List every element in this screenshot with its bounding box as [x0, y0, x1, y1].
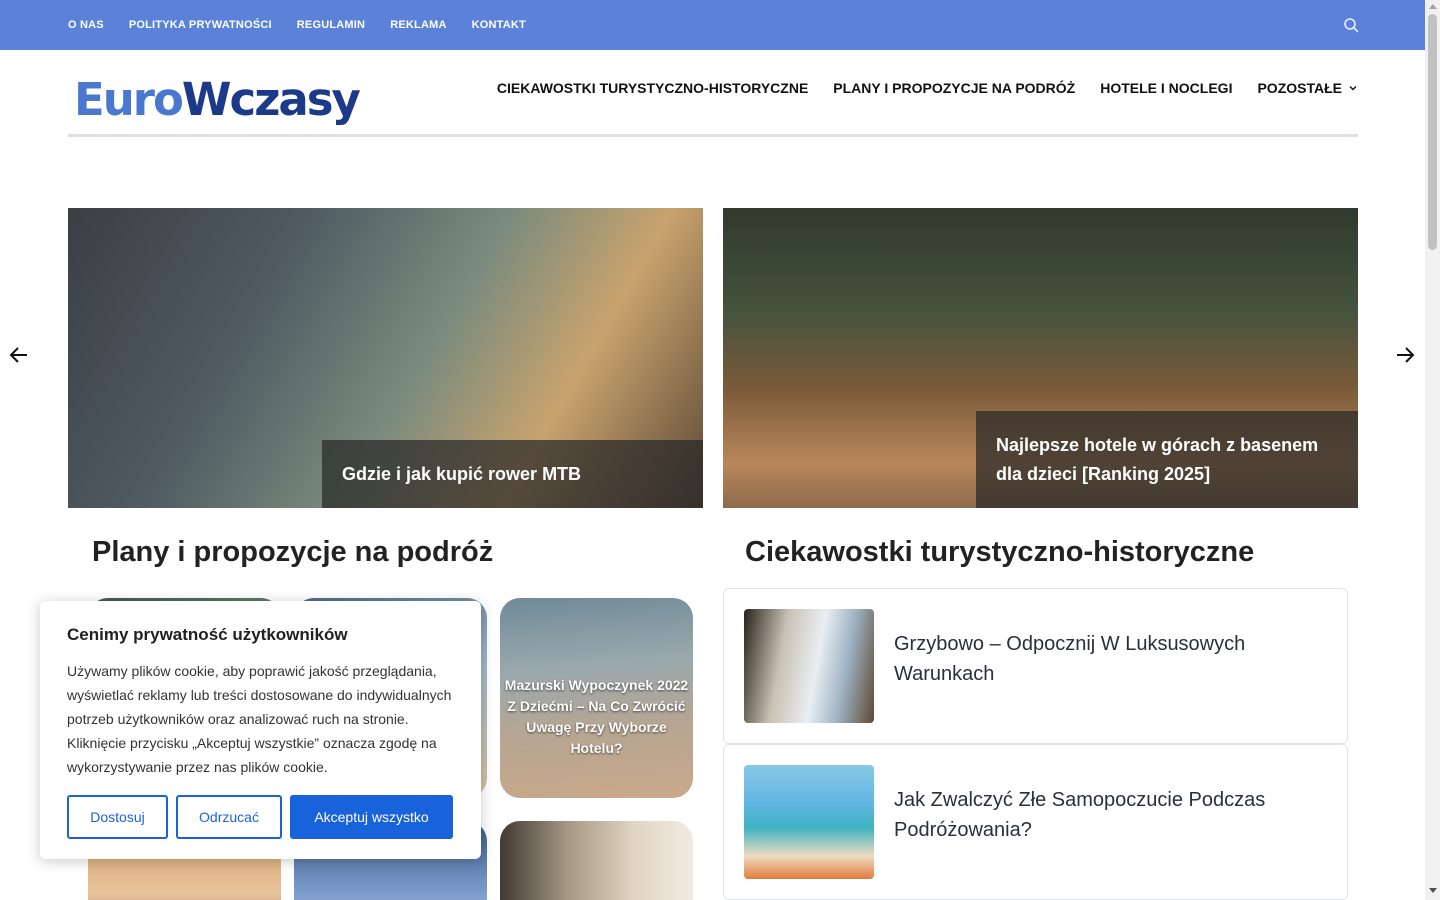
list-item-thumbnail [744, 765, 874, 879]
plan-card-title [500, 821, 693, 900]
plan-card[interactable] [500, 821, 693, 900]
cookie-text: Używamy plików cookie, aby poprawić jako… [67, 663, 452, 775]
chevron-down-icon [1349, 86, 1357, 91]
plan-card[interactable]: Mazurski Wypoczynek 2022 Z Dziećmi – Na … [500, 598, 693, 798]
slide-caption: Najlepsze hotele w górach z basenem dla … [976, 411, 1358, 508]
list-item[interactable]: Jak Zwalczyć Złe Samopoczucie Podczas Po… [723, 744, 1348, 900]
section-title-curiosities: Ciekawostki turystyczno-historyczne [745, 536, 1255, 568]
arrow-right-icon[interactable] [1394, 344, 1416, 366]
nav-item-pozostale-label[interactable]: POZOSTAŁE [1257, 80, 1342, 96]
logo-part-wczasy: Wczasy [181, 73, 361, 126]
reject-button[interactable]: Odrzucać [176, 795, 282, 839]
list-item[interactable]: Grzybowo – Odpocznij W Luksusowych Warun… [723, 588, 1348, 744]
accept-all-button[interactable]: Akceptuj wszystko [290, 795, 453, 839]
logo-part-euro: Euro [74, 73, 184, 126]
section-title-plans: Plany i propozycje na podróż [92, 536, 494, 568]
cookie-consent-dialog: Cenimy prywatność użytkowników Używamy p… [40, 601, 481, 859]
nav-item-plany[interactable]: PLANY I PROPOZYCJE NA PODRÓŻ [833, 80, 1075, 96]
nav-item-ciekawostki[interactable]: CIEKAWOSTKI TURYSTYCZNO-HISTORYCZNE [497, 80, 808, 96]
slide-hotels-mountains[interactable]: Najlepsze hotele w górach z basenem dla … [723, 208, 1358, 508]
slide-mtb[interactable]: Gdzie i jak kupić rower MTB [68, 208, 703, 508]
list-item-title: Jak Zwalczyć Złe Samopoczucie Podczas Po… [894, 789, 1266, 841]
search-icon[interactable] [1343, 17, 1359, 33]
list-item-thumbnail [744, 609, 874, 723]
top-link-kontakt[interactable]: KONTAKT [472, 19, 526, 31]
top-link-o-nas[interactable]: O NAS [68, 19, 104, 31]
scrollbar[interactable] [1425, 0, 1440, 900]
scroll-up-icon[interactable] [1429, 4, 1437, 9]
site-logo[interactable]: EuroWczasy [74, 72, 361, 128]
header-divider [68, 134, 1358, 137]
list-item-title: Grzybowo – Odpocznij W Luksusowych Warun… [894, 633, 1246, 685]
top-bar: O NAS POLITYKA PRYWATNOŚCI REGULAMIN REK… [0, 0, 1425, 50]
arrow-left-icon[interactable] [8, 344, 30, 366]
top-link-regulamin[interactable]: REGULAMIN [297, 19, 365, 31]
scroll-down-icon[interactable] [1429, 888, 1437, 893]
plan-card-title: Mazurski Wypoczynek 2022 Z Dziećmi – Na … [504, 677, 689, 756]
cookie-title: Cenimy prywatność użytkowników [67, 625, 348, 644]
scrollbar-thumb[interactable] [1428, 14, 1437, 250]
site-header: EuroWczasy CIEKAWOSTKI TURYSTYCZNO-HISTO… [0, 50, 1425, 138]
main-nav: CIEKAWOSTKI TURYSTYCZNO-HISTORYCZNE PLAN… [497, 80, 1358, 96]
nav-item-hotele[interactable]: HOTELE I NOCLEGI [1100, 80, 1232, 96]
nav-item-pozostale[interactable]: POZOSTAŁE [1257, 80, 1358, 96]
slide-caption: Gdzie i jak kupić rower MTB [322, 440, 703, 508]
customize-button[interactable]: Dostosuj [67, 795, 168, 839]
top-link-reklama[interactable]: REKLAMA [390, 19, 446, 31]
top-link-polityka-prywatnosci[interactable]: POLITYKA PRYWATNOŚCI [129, 19, 272, 31]
top-nav: O NAS POLITYKA PRYWATNOŚCI REGULAMIN REK… [68, 0, 526, 50]
